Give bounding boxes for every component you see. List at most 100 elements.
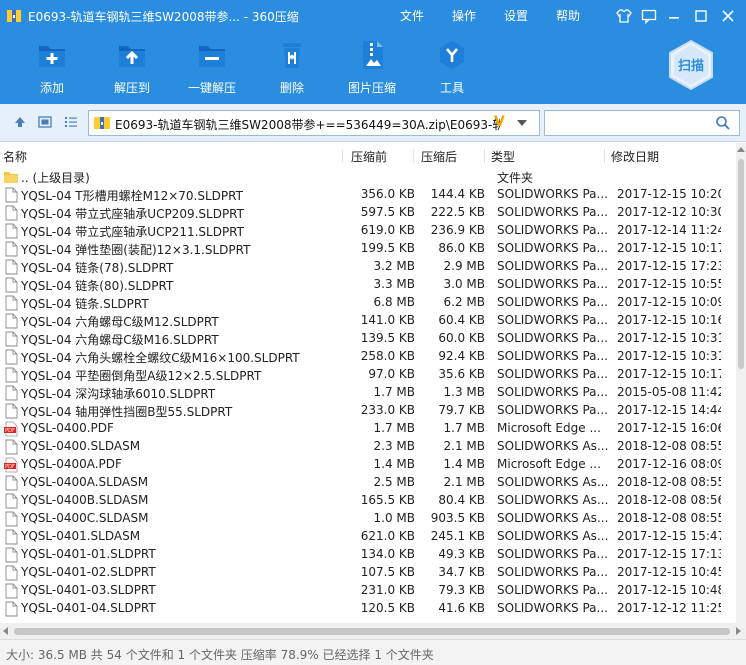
- file-type: SOLIDWORKS Pa...: [497, 349, 608, 363]
- extract-to-button[interactable]: 解压到: [92, 34, 172, 100]
- file-icon: [5, 565, 18, 581]
- image-compress-button[interactable]: 图片压缩: [332, 34, 412, 100]
- file-icon: [5, 259, 18, 275]
- thumbnail-view-icon[interactable]: [38, 115, 52, 129]
- vertical-scrollbar[interactable]: [736, 143, 746, 623]
- menu-file[interactable]: 文件: [400, 7, 424, 24]
- menu-operate[interactable]: 操作: [452, 7, 476, 24]
- file-name: YQSL-04 带立式座轴承UCP211.SLDPRT: [21, 225, 244, 239]
- file-size: 233.0 KB: [360, 403, 415, 417]
- scroll-up-icon[interactable]: [737, 147, 745, 152]
- file-row[interactable]: YQSL-04 轴用弹性挡圈B型55.SLDPRT 233.0 KB 79.7 KB…: [0, 402, 734, 420]
- file-row[interactable]: .. (上级目录) 文件夹: [0, 168, 734, 186]
- file-icon: [5, 403, 18, 419]
- column-type[interactable]: 类型: [491, 148, 515, 165]
- horizontal-scroll-thumb[interactable]: [14, 628, 730, 635]
- column-date[interactable]: 修改日期: [611, 148, 659, 165]
- scan-label: 扫描: [678, 58, 704, 74]
- file-icon: [5, 331, 18, 347]
- tools-button[interactable]: 工具: [412, 34, 492, 100]
- file-type: SOLIDWORKS As...: [497, 529, 609, 543]
- scroll-right-icon[interactable]: [736, 627, 741, 635]
- file-icon: [5, 277, 18, 293]
- file-row[interactable]: YQSL-0400C.SLDASM 1.0 MB 903.5 KB SOLIDWORK…: [0, 510, 734, 528]
- folder-icon: [4, 172, 18, 183]
- file-name: .. (上级目录): [21, 171, 90, 185]
- skin-shirt-icon[interactable]: [615, 7, 633, 25]
- file-row[interactable]: YQSL-04 六角头螺栓全螺纹C级M16×100.SLDPRT 258.0 KB…: [0, 348, 734, 366]
- up-arrow-icon[interactable]: [13, 115, 27, 129]
- file-name: YQSL-04 链条(78).SLDPRT: [21, 261, 174, 275]
- svg-text:PDF: PDF: [5, 464, 15, 470]
- file-row[interactable]: YQSL-04 平垫圈倒角型A级12×2.5.SLDPRT 97.0 KB 35.6…: [0, 366, 734, 384]
- column-packed[interactable]: 压缩后: [421, 148, 457, 165]
- file-icon: [5, 223, 18, 239]
- file-row[interactable]: PDF YQSL-0400.PDF 1.7 MB 1.7 MB Microsoft Ed…: [0, 420, 734, 438]
- file-row[interactable]: YQSL-04 深沟球轴承6010.SLDPRT 1.7 MB 1.3 MB SOLI…: [0, 384, 734, 402]
- close-icon[interactable]: [719, 7, 737, 25]
- one-click-extract-button[interactable]: 一键解压: [172, 34, 252, 100]
- file-type: SOLIDWORKS Pa...: [497, 223, 608, 237]
- one-click-extract-icon: [199, 46, 225, 67]
- file-row[interactable]: PDF YQSL-0400A.PDF 1.4 MB 1.4 MB Microsoft E…: [0, 456, 734, 474]
- delete-button[interactable]: 删除: [252, 34, 332, 100]
- minimize-icon[interactable]: [665, 7, 683, 25]
- file-row[interactable]: YQSL-04 六角螺母C级M16.SLDPRT 139.5 KB 60.0 KB S…: [0, 330, 734, 348]
- file-size: 1.7 MB: [373, 421, 415, 435]
- add-button[interactable]: 添加: [12, 34, 92, 100]
- vertical-scroll-thumb[interactable]: [738, 159, 744, 369]
- file-row[interactable]: YQSL-04 链条(78).SLDPRT 3.2 MB 2.9 MB SOLIDWO…: [0, 258, 734, 276]
- file-icon: [5, 349, 18, 365]
- file-packed-size: 2.9 MB: [443, 259, 485, 273]
- file-type: SOLIDWORKS Pa...: [497, 385, 608, 399]
- address-dropdown-icon[interactable]: [517, 120, 527, 126]
- file-row[interactable]: YQSL-04 链条.SLDPRT 6.8 MB 6.2 MB SOLIDWORKS …: [0, 294, 734, 312]
- file-row[interactable]: YQSL-0401.SLDASM 621.0 KB 245.1 KB SOLIDWOR…: [0, 528, 734, 546]
- column-name[interactable]: 名称: [3, 148, 27, 165]
- address-path: E0693-轨道车钢轨三维SW2008带参+==536449=30A.zip\E…: [115, 118, 500, 132]
- file-packed-size: 49.3 KB: [438, 547, 485, 561]
- file-size: 231.0 KB: [360, 583, 415, 597]
- file-type: SOLIDWORKS Pa...: [497, 259, 608, 273]
- file-type: 文件夹: [497, 171, 534, 185]
- file-row[interactable]: YQSL-0401-03.SLDPRT 231.0 KB 79.3 KB SOLIDW…: [0, 582, 734, 600]
- file-row[interactable]: YQSL-04 链条(80).SLDPRT 3.3 MB 3.0 MB SOLIDWO…: [0, 276, 734, 294]
- file-size: 107.5 KB: [360, 565, 415, 579]
- title-bar: E0693-轨道车钢轨三维SW2008带参... - 360压缩 文件 操作 设…: [0, 0, 746, 32]
- file-name: YQSL-0400C.SLDASM: [21, 511, 149, 525]
- status-bar: 大小: 36.5 MB 共 54 个文件和 1 个文件夹 压缩率 78.9% 已…: [0, 639, 746, 665]
- file-row[interactable]: YQSL-0400.SLDASM 2.3 MB 2.1 MB SOLIDWORKS A…: [0, 438, 734, 456]
- file-row[interactable]: YQSL-04 弹性垫圈(装配)12×3.1.SLDPRT 199.5 KB 86.…: [0, 240, 734, 258]
- file-row[interactable]: YQSL-0401-01.SLDPRT 134.0 KB 49.3 KB SOLIDW…: [0, 546, 734, 564]
- file-size: 1.7 MB: [373, 385, 415, 399]
- file-row[interactable]: YQSL-04 T形槽用螺栓M12×70.SLDPRT 356.0 KB 144.4…: [0, 186, 734, 204]
- search-icon[interactable]: [715, 115, 731, 131]
- menu-help[interactable]: 帮助: [556, 7, 580, 24]
- file-row[interactable]: YQSL-0400B.SLDASM 165.5 KB 80.4 KB SOLIDWOR…: [0, 492, 734, 510]
- file-packed-size: 6.2 MB: [443, 295, 485, 309]
- file-packed-size: 80.4 KB: [438, 493, 485, 507]
- file-size: 621.0 KB: [360, 529, 415, 543]
- file-row[interactable]: YQSL-04 带立式座轴承UCP209.SLDPRT 597.5 KB 222.5…: [0, 204, 734, 222]
- file-row[interactable]: YQSL-0401-04.SLDPRT 120.5 KB 41.6 KB SOLIDW…: [0, 600, 734, 618]
- horizontal-scrollbar[interactable]: [0, 623, 746, 639]
- address-bar[interactable]: E0693-轨道车钢轨三维SW2008带参+==536449=30A.zip\E…: [88, 110, 540, 136]
- file-row[interactable]: YQSL-0400A.SLDASM 2.5 MB 2.1 MB SOLIDWORKS …: [0, 474, 734, 492]
- list-view-icon[interactable]: [64, 115, 78, 129]
- search-box[interactable]: [544, 110, 740, 136]
- file-row[interactable]: YQSL-0401-02.SLDPRT 107.5 KB 34.7 KB SOLIDW…: [0, 564, 734, 582]
- file-size: 2.3 MB: [373, 439, 415, 453]
- file-date: 2015-05-08 11:42: [617, 385, 721, 399]
- menu-settings[interactable]: 设置: [504, 7, 528, 24]
- file-row[interactable]: YQSL-04 六角螺母C级M12.SLDPRT 141.0 KB 60.4 KB S…: [0, 312, 734, 330]
- column-size[interactable]: 压缩前: [351, 148, 387, 165]
- extract-to-icon: [119, 46, 145, 67]
- feedback-icon[interactable]: [640, 7, 658, 25]
- file-date: 2017-12-12 10:30: [617, 205, 721, 219]
- scan-button[interactable]: 扫描: [664, 38, 718, 92]
- file-row[interactable]: YQSL-04 带立式座轴承UCP211.SLDPRT 619.0 KB 236.9…: [0, 222, 734, 240]
- maximize-icon[interactable]: [692, 7, 710, 25]
- scroll-left-icon[interactable]: [3, 627, 8, 635]
- search-input[interactable]: [549, 114, 709, 132]
- file-packed-size: 92.4 KB: [438, 349, 485, 363]
